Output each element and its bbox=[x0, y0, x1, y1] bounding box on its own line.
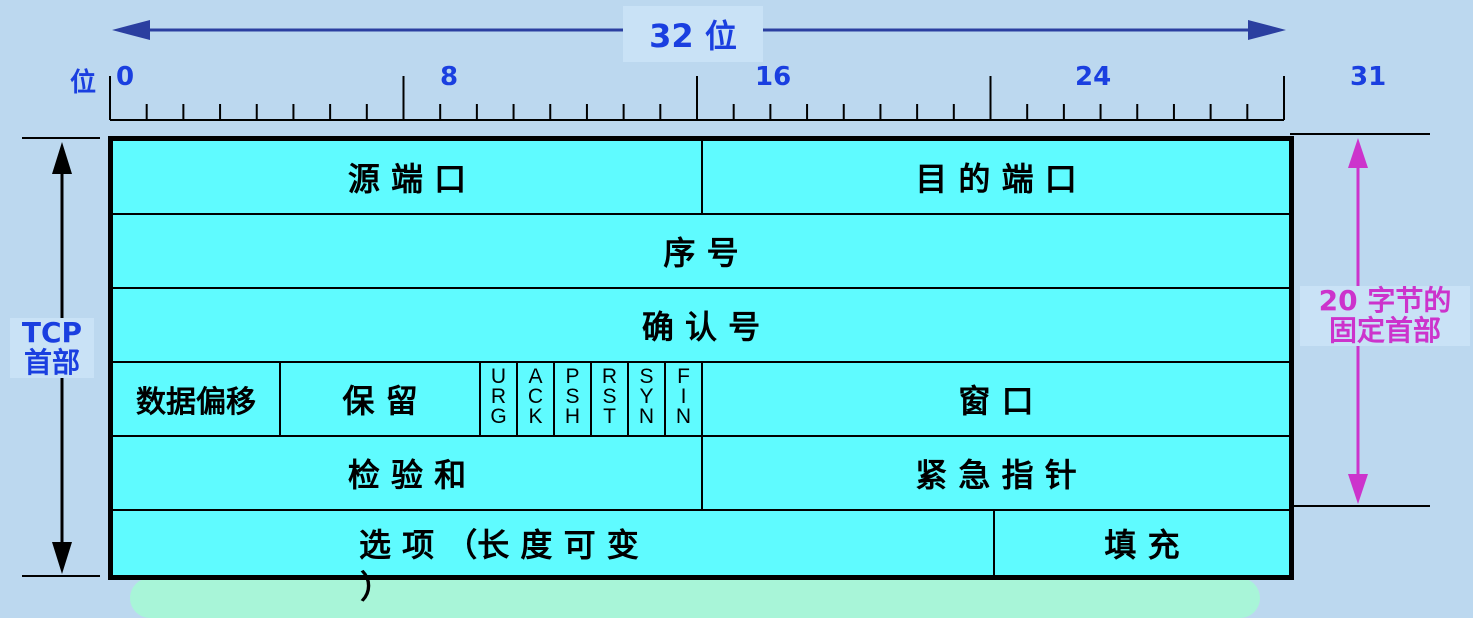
options-field: 选 项 （长 度 可 变 bbox=[113, 511, 995, 575]
tcp-header-table: 源 端 口 目 的 端 口 序 号 确 认 号 数据偏移 保 留 URG ACK… bbox=[108, 136, 1294, 580]
dest-port-field: 目 的 端 口 bbox=[915, 160, 1077, 198]
flag-rst-char: T bbox=[603, 405, 616, 428]
window-field: 窗 口 bbox=[958, 382, 1034, 420]
flag-urg-char: U bbox=[490, 365, 507, 388]
flag-psh: PSH bbox=[555, 363, 592, 435]
flag-psh-char: H bbox=[564, 405, 581, 428]
width-title: 32 位 bbox=[623, 6, 763, 62]
bottom-highlight bbox=[130, 578, 1260, 618]
flag-syn-char: N bbox=[638, 405, 655, 428]
flag-ack: ACK bbox=[518, 363, 555, 435]
options-close-paren: ） bbox=[360, 568, 393, 606]
urgent-pointer-field: 紧 急 指 针 bbox=[915, 456, 1077, 494]
flag-psh-char: P bbox=[565, 365, 580, 388]
flag-fin-char: I bbox=[680, 385, 687, 408]
flag-rst: RST bbox=[592, 363, 629, 435]
row-seq: 序 号 bbox=[113, 215, 1289, 289]
bit-label-16: 16 bbox=[755, 62, 792, 92]
tcp-label-line2: 首部 bbox=[23, 346, 80, 379]
bit-label-31: 31 bbox=[1350, 62, 1387, 92]
flag-rst-char: S bbox=[602, 385, 617, 408]
flag-urg-char: G bbox=[490, 405, 507, 428]
flag-syn: SYN bbox=[629, 363, 666, 435]
row-control: 数据偏移 保 留 URG ACK PSH RST SYN FIN 窗 口 bbox=[113, 363, 1289, 437]
flag-fin-char: N bbox=[675, 405, 692, 428]
flag-psh-char: S bbox=[565, 385, 580, 408]
bit-prefix: 位 bbox=[70, 68, 97, 98]
flag-rst-char: R bbox=[601, 365, 618, 388]
flag-syn-char: Y bbox=[639, 385, 654, 408]
padding-field: 填 充 bbox=[1104, 526, 1180, 564]
source-port-field: 源 端 口 bbox=[113, 141, 703, 213]
fixed-label-line1: 20 字节的 bbox=[1318, 284, 1452, 317]
bit-label-24: 24 bbox=[1075, 62, 1112, 92]
flag-fin: FIN bbox=[666, 363, 703, 435]
sequence-field: 序 号 bbox=[663, 234, 739, 272]
fixed-header-label: 20 字节的 固定首部 bbox=[1300, 286, 1470, 346]
flag-ack-char: K bbox=[528, 405, 543, 428]
flag-ack-char: C bbox=[527, 385, 544, 408]
row-checksum: 检 验 和 紧 急 指 针 bbox=[113, 437, 1289, 511]
tcp-label-line1: TCP bbox=[21, 316, 83, 349]
data-offset-field: 数据偏移 bbox=[113, 363, 281, 435]
checksum-field: 检 验 和 bbox=[113, 437, 703, 509]
row-options: 选 项 （长 度 可 变 填 充 bbox=[113, 511, 1289, 575]
flag-urg-char: R bbox=[490, 385, 507, 408]
bit-label-8: 8 bbox=[440, 62, 459, 92]
row-ports: 源 端 口 目 的 端 口 bbox=[113, 141, 1289, 215]
fixed-label-line2: 固定首部 bbox=[1328, 314, 1441, 347]
bit-label-0: 0 bbox=[116, 62, 135, 92]
ack-field: 确 认 号 bbox=[641, 308, 761, 346]
row-ack: 确 认 号 bbox=[113, 289, 1289, 363]
flag-urg: URG bbox=[481, 363, 518, 435]
flag-fin-char: F bbox=[677, 365, 690, 388]
flag-syn-char: S bbox=[639, 365, 654, 388]
tcp-header-label: TCP 首部 bbox=[10, 318, 94, 378]
flag-ack-char: A bbox=[528, 365, 543, 388]
reserved-field: 保 留 bbox=[281, 363, 481, 435]
